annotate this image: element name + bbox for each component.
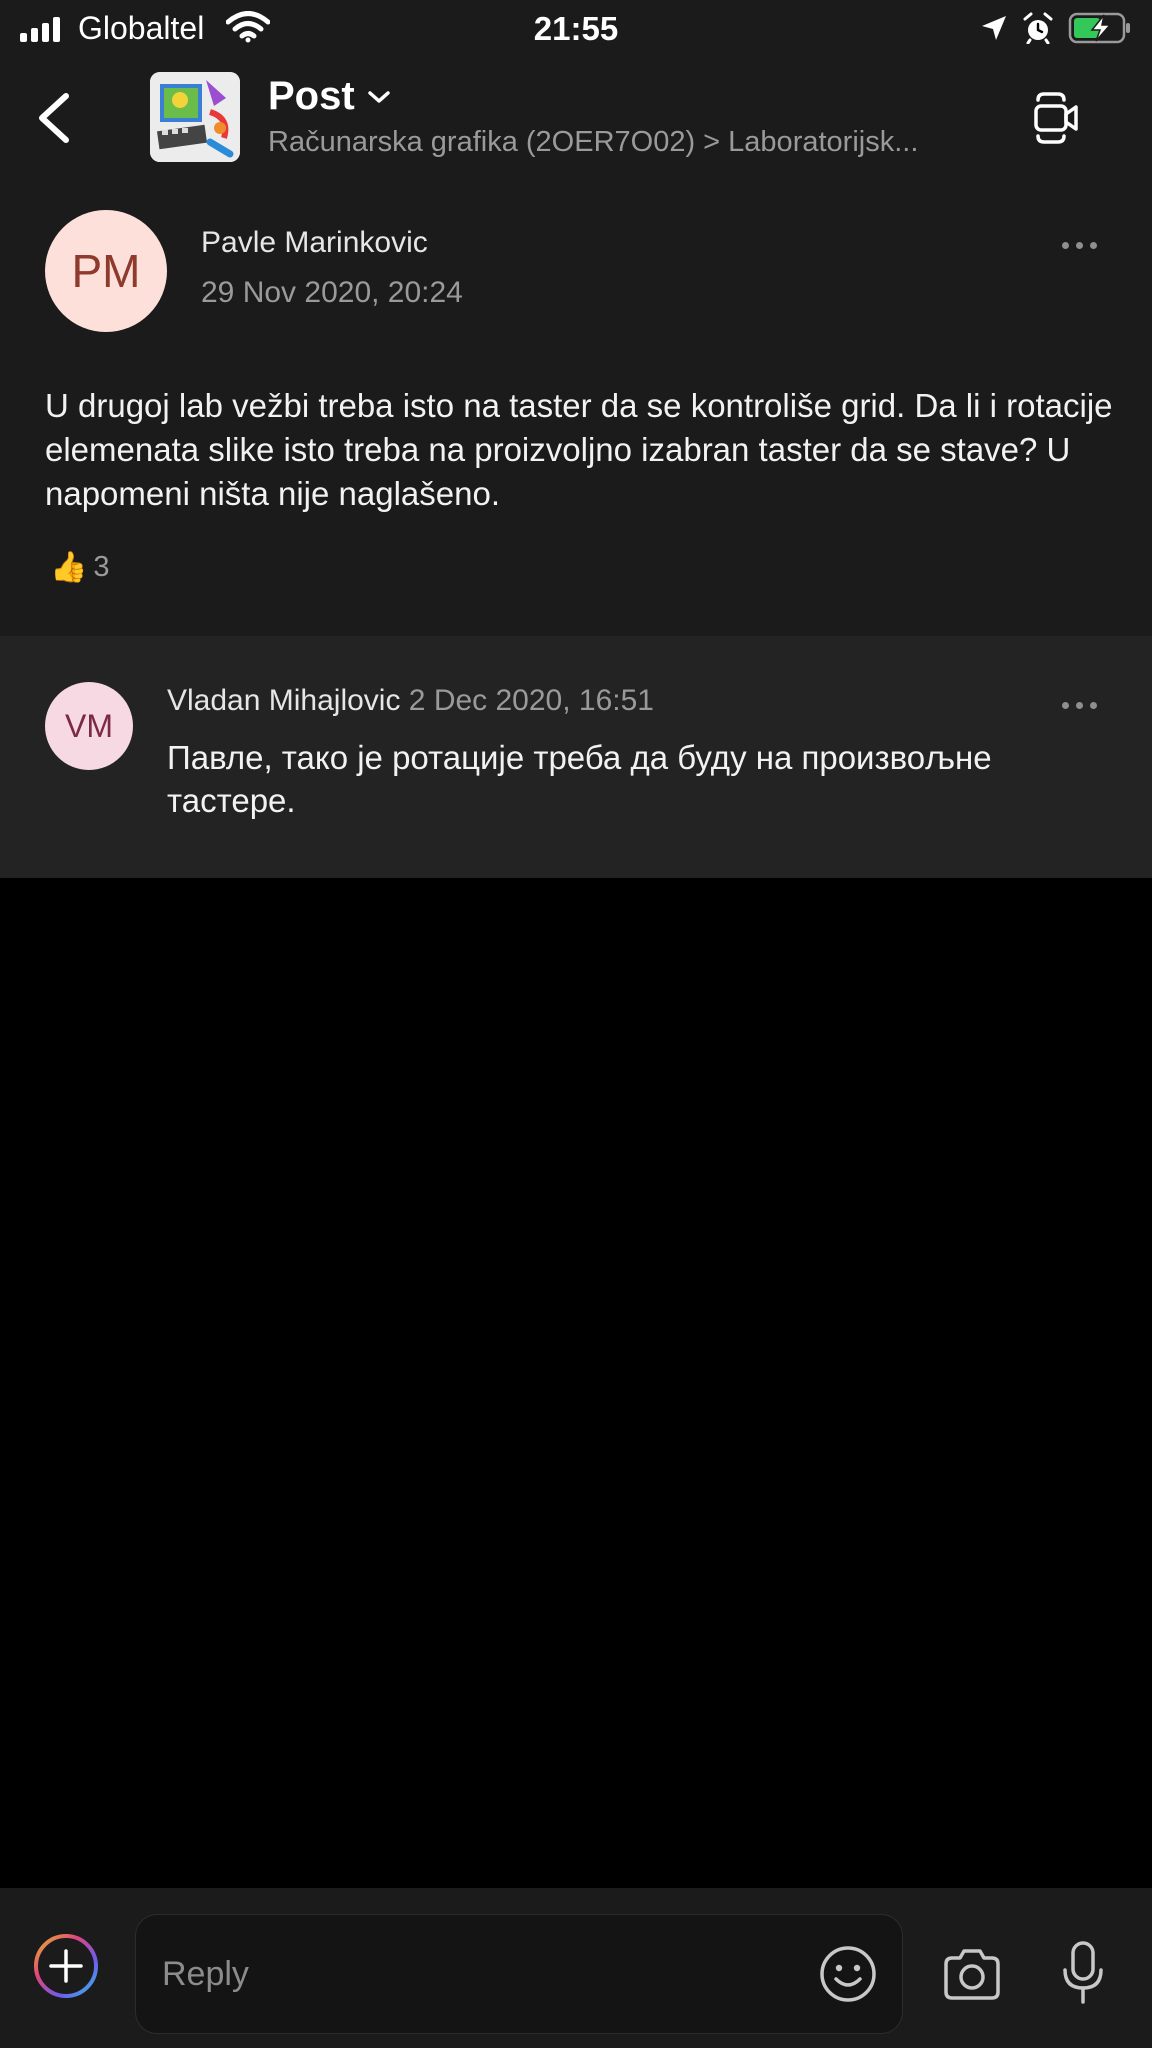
reaction-count: 3 [93,551,110,583]
nav-title: Post [268,74,355,118]
status-icons [980,12,1132,44]
avatar[interactable]: VM [45,682,133,770]
chevron-down-icon [367,90,390,103]
back-button[interactable] [30,88,80,148]
reply-header: Vladan Mihajlovic 2 Dec 2020, 16:51 [167,684,654,718]
reply-body: Павле, тако је ротације треба да буду на… [167,739,992,819]
channel-thumbnail[interactable] [150,72,240,162]
more-options-icon[interactable] [1062,702,1097,709]
add-icon[interactable] [32,1932,100,2000]
location-arrow-icon [982,16,1006,40]
post-card: PM Pavle Marinkovic 29 Nov 2020, 20:24 U… [0,180,1152,636]
compose-bar [0,1888,1152,2048]
post-timestamp: 29 Nov 2020, 20:24 [201,276,463,309]
emoji-icon[interactable] [818,1944,878,2004]
avatar-initials: VM [65,707,113,744]
alarm-icon [1023,12,1053,44]
reaction-like[interactable]: 👍 3 [50,550,110,585]
reply-author[interactable]: Vladan Mihajlovic [167,684,400,717]
reply-input[interactable] [135,1914,903,2034]
avatar-initials: PM [71,245,141,297]
reply-timestamp: 2 Dec 2020, 16:51 [408,684,654,717]
video-call-icon[interactable] [1030,90,1080,146]
more-options-icon[interactable] [1062,242,1097,249]
post-body: U drugoj lab vežbi treba isto na taster … [45,387,1113,512]
avatar[interactable]: PM [45,210,167,332]
reply-card: VM Vladan Mihajlovic 2 Dec 2020, 16:51 П… [0,636,1152,878]
battery-charging-icon [1068,12,1130,44]
microphone-icon[interactable] [1060,1940,1106,2006]
camera-icon[interactable] [942,1946,1002,2002]
nav-breadcrumb[interactable]: Računarska grafika (2OER7O02) > Laborato… [268,126,998,159]
nav-title-dropdown[interactable]: Post [268,74,391,119]
thumbs-up-icon: 👍 [50,551,88,584]
post-author[interactable]: Pavle Marinkovic [201,226,428,260]
status-bar: Globaltel 21:55 [0,0,1152,58]
